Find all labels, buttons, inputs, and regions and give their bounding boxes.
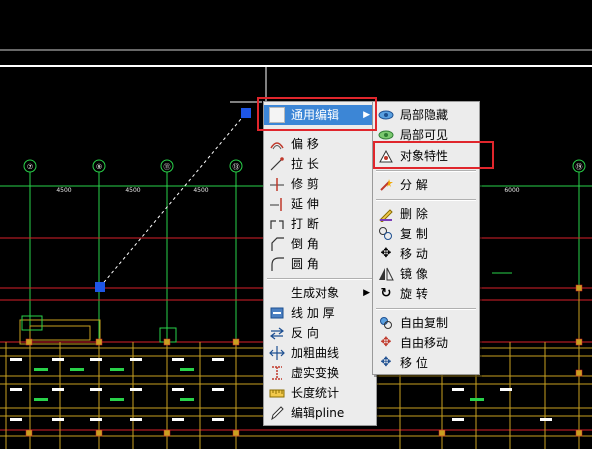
menu-separator xyxy=(376,170,476,172)
rotate-icon: ↻ xyxy=(380,286,392,301)
menu-item-offset[interactable]: 偏 移 xyxy=(264,134,376,154)
mirror-icon xyxy=(378,266,394,282)
free-move-icon: ✥ xyxy=(380,335,392,350)
context-menu-main: 通用编辑 ▶ 偏 移 拉 长 修 剪 延 伸 打 断 倒 角 圆 角 生成对象 … xyxy=(263,101,377,426)
menu-item-copy[interactable]: 复 制 xyxy=(373,224,479,244)
grip-handle[interactable] xyxy=(95,282,105,292)
menu-separator xyxy=(267,278,373,280)
grip-handle[interactable] xyxy=(241,108,251,118)
lengthen-icon xyxy=(269,156,285,172)
thicken-icon xyxy=(269,305,285,321)
menu-item-break[interactable]: 打 断 xyxy=(264,214,376,234)
selected-line[interactable] xyxy=(99,112,247,288)
ruler-icon xyxy=(269,385,285,401)
dimension-text: 6000 xyxy=(504,187,519,194)
menu-item-erase[interactable]: 删 除 xyxy=(373,204,479,224)
menu-item-local-hide[interactable]: 局部隐藏 xyxy=(373,105,479,125)
dimension-text: 4500 xyxy=(125,187,140,194)
menu-item-free-move[interactable]: ✥ 自由移动 xyxy=(373,333,479,353)
break-icon xyxy=(269,216,285,232)
axis-number-11: ⑪ xyxy=(164,163,171,171)
axis-number-7: ⑦ xyxy=(27,163,33,171)
annotation-box-general-edit xyxy=(257,97,377,131)
dimension-text: 4500 xyxy=(193,187,208,194)
menu-item-dash-solid[interactable]: 虚实变换 xyxy=(264,363,376,383)
bold-curve-icon xyxy=(269,345,285,361)
menu-item-lengthen[interactable]: 拉 长 xyxy=(264,154,376,174)
explode-icon xyxy=(378,177,394,193)
dimension-text: 4500 xyxy=(56,187,71,194)
free-copy-icon xyxy=(378,315,394,331)
menu-item-mirror[interactable]: 镜 像 xyxy=(373,264,479,284)
fillet-icon xyxy=(269,256,285,272)
shift-icon: ✥ xyxy=(380,355,392,370)
menu-item-move[interactable]: ✥ 移 动 xyxy=(373,244,479,264)
menu-item-free-copy[interactable]: 自由复制 xyxy=(373,313,479,333)
chamfer-icon xyxy=(269,236,285,252)
menu-item-edit-pline[interactable]: 编辑pline xyxy=(264,403,376,423)
submenu-arrow-icon: ▶ xyxy=(363,288,370,298)
menu-item-fillet[interactable]: 圆 角 xyxy=(264,254,376,274)
menu-item-chamfer[interactable]: 倒 角 xyxy=(264,234,376,254)
menu-item-extend[interactable]: 延 伸 xyxy=(264,194,376,214)
axis-number-9: ⑨ xyxy=(96,163,102,171)
menu-item-reverse[interactable]: 反 向 xyxy=(264,323,376,343)
offset-icon xyxy=(269,136,285,152)
copy-icon xyxy=(378,226,394,242)
reverse-icon xyxy=(269,325,285,341)
menu-separator xyxy=(376,199,476,201)
erase-icon xyxy=(378,206,394,222)
menu-item-explode[interactable]: 分 解 xyxy=(373,175,479,195)
menu-item-thicken[interactable]: 线 加 厚 xyxy=(264,303,376,323)
menu-separator xyxy=(376,308,476,310)
menu-item-length-stats[interactable]: 长度统计 xyxy=(264,383,376,403)
axis-number-13: ⑬ xyxy=(233,163,240,171)
dash-solid-icon xyxy=(269,365,285,381)
menu-item-rotate[interactable]: ↻ 旋 转 xyxy=(373,284,479,304)
extend-icon xyxy=(269,196,285,212)
menu-item-bold-curve[interactable]: 加粗曲线 xyxy=(264,343,376,363)
menu-item-generate-object[interactable]: 生成对象 ▶ xyxy=(264,283,376,303)
menu-item-shift[interactable]: ✥ 移 位 xyxy=(373,353,479,373)
trim-icon xyxy=(269,176,285,192)
annotation-box-object-properties xyxy=(373,141,494,169)
menu-item-trim[interactable]: 修 剪 xyxy=(264,174,376,194)
axis-number-19: ⑲ xyxy=(576,163,583,171)
eye-hide-icon xyxy=(378,107,394,123)
pencil-icon xyxy=(269,405,285,421)
move-icon: ✥ xyxy=(380,246,392,261)
